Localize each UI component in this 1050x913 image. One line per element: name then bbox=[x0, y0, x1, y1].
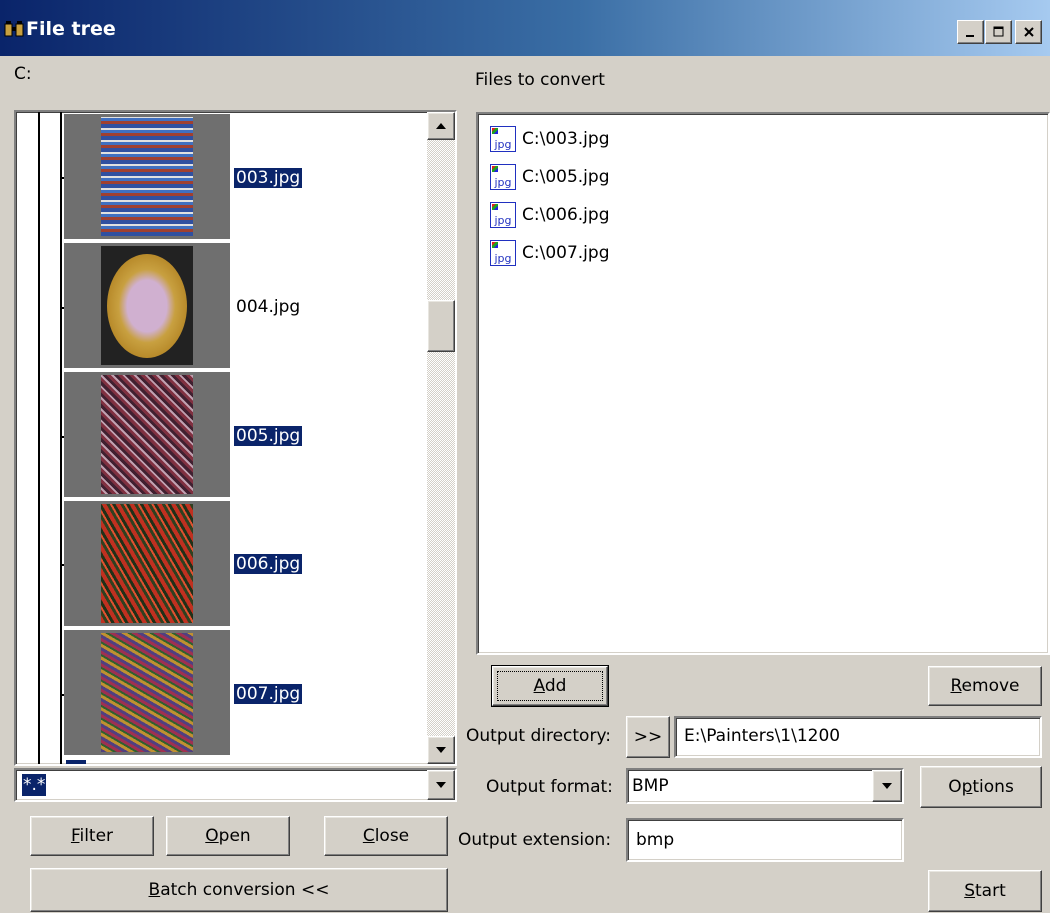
tree-item-partial bbox=[66, 760, 86, 764]
scroll-thumb[interactable] bbox=[427, 300, 455, 352]
tree-item[interactable]: 006.jpg bbox=[234, 553, 303, 575]
jpg-file-icon: jpg bbox=[490, 164, 516, 190]
list-item[interactable]: jpg C:\003.jpg bbox=[490, 120, 609, 158]
tree-item[interactable]: 004.jpg bbox=[234, 296, 302, 318]
open-button-label: Open bbox=[205, 826, 251, 846]
list-item[interactable]: jpg C:\007.jpg bbox=[490, 234, 609, 272]
close-button-label: Close bbox=[362, 826, 410, 846]
thumbnail-image bbox=[101, 246, 193, 365]
filter-button[interactable]: Filter bbox=[30, 816, 154, 856]
thumbnail-image bbox=[101, 504, 193, 623]
output-format-dropdown-button[interactable] bbox=[872, 770, 902, 802]
batch-conversion-button-label: Batch conversion << bbox=[148, 880, 330, 900]
thumbnail[interactable] bbox=[64, 114, 230, 239]
thumbnail-image bbox=[101, 633, 193, 752]
scroll-down-button[interactable] bbox=[427, 736, 455, 764]
list-item[interactable]: jpg C:\005.jpg bbox=[490, 158, 609, 196]
tree-item-label: 005.jpg bbox=[234, 426, 303, 446]
list-item-label: C:\003.jpg bbox=[522, 129, 610, 149]
output-extension-label: Output extension: bbox=[458, 830, 612, 850]
file-tree[interactable]: 003.jpg 004.jpg 005.jpg 006.jpg 007.jpg bbox=[14, 110, 457, 766]
thumbnail[interactable] bbox=[64, 243, 230, 368]
filter-combobox-value: *.* bbox=[22, 774, 47, 796]
output-directory-value: E:\Painters\1\1200 bbox=[684, 726, 841, 746]
jpg-file-icon: jpg bbox=[490, 202, 516, 228]
tree-item-label: 006.jpg bbox=[234, 554, 303, 574]
tree-root-label: C: bbox=[14, 64, 32, 84]
close-icon bbox=[1023, 27, 1034, 37]
file-list: jpg C:\003.jpg jpg C:\005.jpg jpg C:\006… bbox=[490, 120, 609, 272]
add-button[interactable]: Add bbox=[491, 665, 609, 707]
tree-guide-line bbox=[38, 112, 40, 764]
scroll-up-button[interactable] bbox=[427, 112, 455, 140]
output-directory-field[interactable]: E:\Painters\1\1200 bbox=[674, 716, 1042, 758]
thumbnail[interactable] bbox=[64, 630, 230, 755]
tree-item[interactable]: 005.jpg bbox=[234, 425, 303, 447]
options-button[interactable]: Options bbox=[920, 766, 1042, 808]
filter-combobox[interactable]: *.* bbox=[14, 768, 457, 802]
chevron-down-icon bbox=[882, 783, 892, 789]
title-bar[interactable]: File tree bbox=[0, 0, 1050, 56]
tree-item[interactable]: 007.jpg bbox=[234, 683, 303, 705]
close-button[interactable]: Close bbox=[324, 816, 448, 856]
add-button-label: Add bbox=[533, 676, 567, 696]
window-title: File tree bbox=[26, 18, 116, 40]
filter-button-label: Filter bbox=[70, 826, 114, 846]
thumbnail-image bbox=[101, 117, 193, 236]
tree-item-label: 004.jpg bbox=[236, 297, 301, 317]
files-to-convert-heading: Files to convert bbox=[475, 70, 605, 90]
output-extension-value: bmp bbox=[636, 830, 675, 850]
thumbnail[interactable] bbox=[64, 501, 230, 626]
tree-scrollbar[interactable] bbox=[427, 112, 455, 764]
browse-directory-button[interactable]: >> bbox=[626, 716, 670, 758]
files-to-convert-list[interactable]: jpg C:\003.jpg jpg C:\005.jpg jpg C:\006… bbox=[476, 112, 1050, 655]
output-format-value: BMP bbox=[632, 776, 669, 796]
output-extension-field[interactable]: bmp bbox=[626, 818, 904, 862]
jpg-file-icon: jpg bbox=[490, 240, 516, 266]
remove-button[interactable]: Remove bbox=[928, 666, 1042, 706]
arrow-down-icon bbox=[436, 747, 446, 753]
tree-item[interactable]: 003.jpg bbox=[234, 167, 303, 189]
options-button-label: Options bbox=[948, 777, 1014, 797]
close-window-button[interactable] bbox=[1015, 20, 1042, 44]
list-item-label: C:\005.jpg bbox=[522, 167, 610, 187]
minimize-icon bbox=[965, 35, 974, 37]
chevron-down-icon bbox=[436, 782, 446, 788]
open-button[interactable]: Open bbox=[166, 816, 290, 856]
output-format-label: Output format: bbox=[486, 777, 613, 797]
list-item-label: C:\006.jpg bbox=[522, 205, 610, 225]
list-item[interactable]: jpg C:\006.jpg bbox=[490, 196, 609, 234]
list-item-label: C:\007.jpg bbox=[522, 243, 610, 263]
maximize-icon bbox=[993, 26, 1003, 37]
batch-conversion-button[interactable]: Batch conversion << bbox=[30, 868, 448, 912]
filter-dropdown-button[interactable] bbox=[427, 770, 455, 800]
arrow-up-icon bbox=[436, 123, 446, 129]
minimize-button[interactable] bbox=[957, 20, 984, 44]
start-button-label: Start bbox=[964, 881, 1006, 901]
tree-item-label: 003.jpg bbox=[234, 168, 303, 188]
thumbnail-image bbox=[101, 375, 193, 494]
start-button[interactable]: Start bbox=[928, 870, 1042, 912]
remove-button-label: Remove bbox=[950, 676, 1020, 696]
output-directory-label: Output directory: bbox=[466, 726, 611, 746]
tree-guide-line bbox=[60, 112, 62, 764]
thumbnail[interactable] bbox=[64, 372, 230, 497]
binoculars-icon bbox=[4, 21, 24, 37]
maximize-button[interactable] bbox=[985, 20, 1012, 44]
tree-item-label: 007.jpg bbox=[234, 684, 303, 704]
jpg-file-icon: jpg bbox=[490, 126, 516, 152]
output-format-select[interactable]: BMP bbox=[626, 768, 904, 804]
